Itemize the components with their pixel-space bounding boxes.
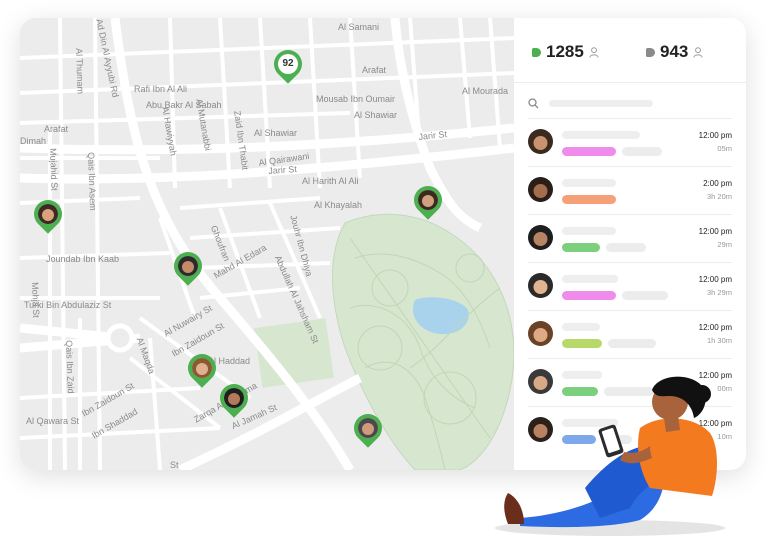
avatar [528, 129, 553, 154]
list-item[interactable]: 12:00 pm 29m [528, 214, 732, 262]
avatar [358, 418, 378, 438]
street-label: Rafi Ibn Al Ali [134, 84, 188, 94]
user-icon [693, 46, 704, 58]
avatar [38, 204, 58, 224]
avatar [528, 177, 553, 202]
list-item[interactable]: 12:00 pm 3h 29m [528, 262, 732, 310]
avatar [528, 273, 553, 298]
online-stat[interactable]: 1285 [532, 40, 599, 64]
street-label: Joundab Ibn Kaab [46, 254, 120, 264]
search-icon [528, 97, 539, 108]
item-duration: 3h 29m [706, 288, 732, 297]
avatar [192, 358, 212, 378]
street-label: Al Samani [338, 22, 380, 32]
map-view[interactable]: Al Samani Ad Din Al Ayyubi Rd Rafi Ibn A… [20, 18, 514, 470]
offline-stat[interactable]: 943 [646, 40, 704, 64]
street-label: Arafat [362, 65, 387, 75]
avatar [528, 321, 553, 346]
status-tag [562, 147, 616, 156]
list-item[interactable]: 12:00 pm 05m [528, 118, 732, 166]
user-marker[interactable] [348, 408, 388, 450]
list-item[interactable]: 2:00 pm 3h 20m [528, 166, 732, 214]
street-label: Al Shawiar [354, 110, 398, 120]
item-time: 12:00 pm [698, 275, 732, 284]
avatar [178, 256, 198, 276]
offline-count: 943 [660, 42, 689, 61]
user-marker[interactable] [182, 348, 222, 390]
online-flag-icon [532, 47, 541, 57]
status-tag [562, 339, 602, 348]
item-duration: 3h 20m [706, 192, 732, 201]
item-time: 12:00 pm [698, 131, 732, 140]
cluster-marker[interactable]: 92 [268, 44, 308, 86]
avatar [528, 225, 553, 250]
item-duration: 29m [717, 240, 732, 249]
status-tag [562, 195, 616, 204]
person-with-tablet-illustration [495, 376, 725, 536]
stats-header: 1285 943 [514, 18, 746, 83]
online-count: 1285 [546, 42, 584, 61]
street-label: Qais Ibn Zaid [64, 340, 76, 394]
offline-flag-icon [646, 47, 655, 57]
street-label: Al Qawara St [26, 416, 80, 426]
street-label: Al Khayalah [314, 200, 363, 210]
item-duration: 1h 30m [706, 336, 732, 345]
street-label: St [170, 460, 179, 470]
item-time: 2:00 pm [703, 179, 732, 188]
street-label: Abu Bakr Al Sabah [146, 100, 222, 110]
status-tag [562, 243, 600, 252]
user-marker[interactable] [214, 378, 254, 420]
user-marker[interactable] [28, 194, 68, 236]
search-bar[interactable] [528, 96, 734, 110]
street-label: Arafat [44, 124, 69, 134]
cluster-count: 92 [278, 54, 298, 74]
item-time: 12:00 pm [698, 323, 732, 332]
user-marker[interactable] [168, 246, 208, 288]
user-marker[interactable] [408, 180, 448, 222]
street-label: Al Harith Al Ali [302, 176, 359, 186]
list-item[interactable]: 12:00 pm 1h 30m [528, 310, 732, 358]
street-label: Turki Bin Abdulaziz St [24, 300, 112, 310]
street-label: Al Thumam [74, 48, 86, 95]
search-placeholder-bar [549, 99, 653, 107]
street-label: Jarir St [268, 164, 298, 176]
street-label: Dimah [20, 136, 47, 146]
user-icon [589, 46, 599, 58]
street-label: Qais Ibn Asem [86, 152, 99, 211]
item-time: 12:00 pm [698, 227, 732, 236]
item-duration: 05m [717, 144, 732, 153]
street-label: Mousab Ibn Oumair [316, 94, 396, 104]
street-label: Al Shawiar [254, 128, 298, 138]
street-label: Mujahid St [48, 148, 60, 191]
status-tag [562, 291, 616, 300]
avatar [418, 190, 438, 210]
avatar [224, 388, 244, 408]
street-label: Al Mourada [462, 86, 509, 96]
